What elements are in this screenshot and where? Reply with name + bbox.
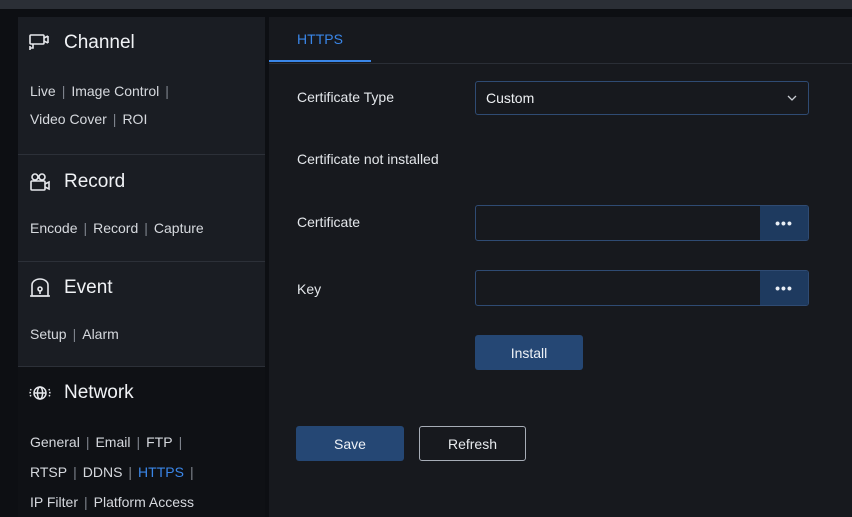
sidebar-group-event: Event Setup | Alarm: [18, 262, 265, 367]
alarm-icon: [28, 276, 52, 300]
top-bar: [0, 0, 852, 9]
network-links: General | Email | FTP | RTSP | DDNS | HTTPS | IP F…: [30, 427, 200, 517]
certificate-browse-button[interactable]: •••: [760, 206, 808, 240]
sidebar-group-network: Network General | Email | FTP | RTSP | DDNS | HTT…: [18, 367, 265, 517]
sidebar-group-header-network[interactable]: Network: [28, 379, 134, 407]
link-separator: |: [83, 494, 88, 510]
globe-icon: [28, 381, 52, 405]
install-button[interactable]: Install: [475, 335, 583, 370]
link-separator: |: [144, 220, 148, 236]
event-links: Setup | Alarm: [30, 320, 119, 348]
sidebar: Channel Live | Image Control | Video Cover |…: [18, 17, 265, 517]
record-links: Encode | Record | Capture: [30, 214, 204, 242]
link-separator: |: [189, 464, 194, 480]
link-separator: |: [73, 464, 77, 480]
sidebar-link-rtsp[interactable]: RTSP: [30, 464, 67, 480]
sidebar-group-title-event: Event: [64, 277, 113, 298]
sidebar-link-encode[interactable]: Encode: [30, 220, 77, 236]
link-separator: |: [61, 83, 66, 99]
certificate-status-text: Certificate not installed: [297, 151, 439, 167]
sidebar-group-header-record[interactable]: Record: [28, 168, 125, 196]
key-input[interactable]: [476, 271, 760, 305]
sidebar-group-title-network: Network: [64, 382, 134, 403]
sidebar-link-capture[interactable]: Capture: [154, 220, 204, 236]
key-file-field: •••: [475, 270, 809, 306]
chevron-down-icon: [787, 95, 797, 101]
sidebar-link-email[interactable]: Email: [95, 434, 130, 450]
sidebar-link-ddns[interactable]: DDNS: [83, 464, 123, 480]
link-separator: |: [85, 434, 90, 450]
channel-links: Live | Image Control | Video Cover | ROI: [30, 77, 175, 133]
sidebar-group-title-record: Record: [64, 171, 126, 192]
sidebar-group-record: Record Encode | Record | Capture: [18, 155, 265, 262]
link-separator: |: [136, 434, 141, 450]
sidebar-group-channel: Channel Live | Image Control | Video Cover |…: [18, 17, 265, 155]
record-icon: [28, 170, 52, 194]
sidebar-link-general[interactable]: General: [30, 434, 80, 450]
tab-bar: HTTPS: [269, 17, 852, 64]
sidebar-link-image-control[interactable]: Image Control: [71, 83, 159, 99]
certificate-type-label: Certificate Type: [297, 89, 395, 105]
key-browse-button[interactable]: •••: [760, 271, 808, 305]
sidebar-link-alarm[interactable]: Alarm: [82, 326, 119, 342]
sidebar-group-header-channel[interactable]: Channel: [28, 29, 135, 57]
certificate-type-select[interactable]: Custom: [475, 81, 809, 115]
sidebar-link-ftp[interactable]: FTP: [146, 434, 172, 450]
sidebar-link-setup[interactable]: Setup: [30, 326, 67, 342]
camera-icon: [28, 31, 52, 55]
sidebar-group-title-channel: Channel: [64, 32, 135, 53]
key-label: Key: [297, 281, 322, 297]
sidebar-link-ip-filter[interactable]: IP Filter: [30, 494, 78, 510]
sidebar-link-roi[interactable]: ROI: [122, 111, 147, 127]
link-separator: |: [128, 464, 133, 480]
link-separator: |: [112, 111, 117, 127]
sidebar-link-https[interactable]: HTTPS: [138, 464, 184, 480]
refresh-button[interactable]: Refresh: [419, 426, 526, 461]
link-separator: |: [165, 83, 169, 99]
certificate-type-value: Custom: [486, 90, 535, 106]
sidebar-link-video-cover[interactable]: Video Cover: [30, 111, 107, 127]
certificate-file-field: •••: [475, 205, 809, 241]
link-separator: |: [83, 220, 88, 236]
sidebar-link-record[interactable]: Record: [93, 220, 138, 236]
certificate-label: Certificate: [297, 214, 361, 230]
link-separator: |: [72, 326, 77, 342]
link-separator: |: [178, 434, 183, 450]
https-settings-panel: HTTPS Certificate Type Custom Certificat…: [269, 17, 852, 517]
sidebar-link-platform-access[interactable]: Platform Access: [94, 494, 194, 510]
certificate-input[interactable]: [476, 206, 760, 240]
sidebar-group-header-event[interactable]: Event: [28, 274, 113, 302]
save-button[interactable]: Save: [296, 426, 404, 461]
sidebar-link-live[interactable]: Live: [30, 83, 56, 99]
tab-https[interactable]: HTTPS: [269, 17, 371, 62]
